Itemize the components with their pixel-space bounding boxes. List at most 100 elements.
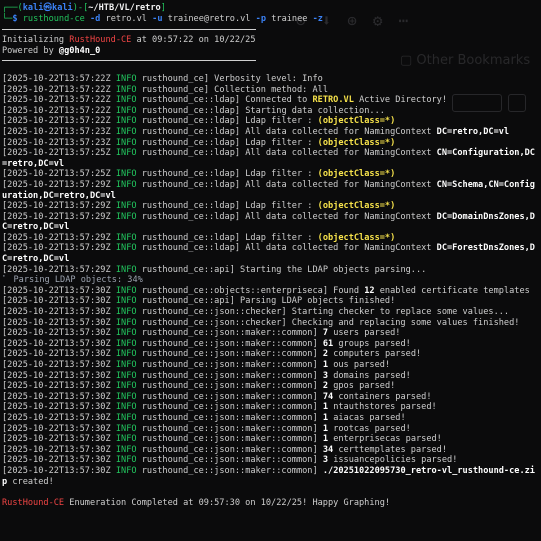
log-highlight: (objectClass=*) (317, 137, 396, 148)
log-message: certtemplates parsed! (333, 444, 448, 455)
log-level: INFO (115, 285, 137, 296)
log-level: INFO (115, 444, 137, 455)
log-highlight: 34 (322, 444, 334, 455)
prompt-path: ~/HTB/VL/retro (88, 3, 161, 13)
log-line: [2025-10-22T13:57:23Z INFO rusthound_ce:… (2, 138, 540, 149)
log-module: rusthound_ce::json::maker::common] (141, 360, 318, 370)
log-timestamp: [2025-10-22T13:57:30Z (2, 455, 111, 466)
log-timestamp: [2025-10-22T13:57:30Z (2, 391, 111, 402)
log-line: [2025-10-22T13:57:30Z INFO rusthound_ce:… (2, 445, 540, 456)
banner-divider-bottom (2, 60, 256, 62)
log-module: rusthound_ce::json::maker::common] (141, 434, 318, 445)
log-line: [2025-10-22T13:57:30Z INFO rusthound_ce:… (2, 455, 540, 466)
log-module: rusthound_ce::ldap] (141, 148, 241, 159)
log-module: rusthound_ce::json::maker::common] (141, 444, 318, 455)
log-timestamp: [2025-10-22T13:57:29Z (2, 264, 111, 275)
log-timestamp: [2025-10-22T13:57:29Z (2, 232, 111, 243)
log-level: INFO (115, 370, 137, 381)
log-level: INFO (115, 201, 137, 212)
log-message: Ldap filter : (240, 137, 318, 148)
log-module: rusthound_ce::json::maker::common] (141, 381, 318, 392)
log-timestamp: [2025-10-22T13:57:22Z (2, 95, 111, 106)
log-level: INFO (115, 137, 137, 148)
log-highlight: (objectClass=*) (317, 201, 396, 212)
log-timestamp: [2025-10-22T13:57:30Z (2, 465, 111, 476)
log-level: INFO (115, 391, 137, 402)
log-level: INFO (115, 455, 137, 466)
log-line: [2025-10-22T13:57:30Z INFO rusthound_ce:… (2, 466, 540, 487)
log-timestamp: [2025-10-22T13:57:29Z (2, 201, 111, 212)
log-level: INFO (115, 105, 137, 116)
log-highlight: (objectClass=*) (317, 116, 396, 127)
banner-init: Initializing RustHound-CE at 09:57:22 on… (2, 35, 256, 46)
log-line: [2025-10-22T13:57:29Z INFO rusthound_ce:… (2, 265, 540, 276)
progress-line: ⠁ Parsing LDAP objects: 34% (2, 275, 540, 286)
log-line: [2025-10-22T13:57:29Z INFO rusthound_ce:… (2, 212, 540, 233)
log-timestamp: [2025-10-22T13:57:22Z (2, 116, 111, 127)
log-message: Starting data collection... (240, 105, 385, 116)
log-message: Found (328, 285, 365, 296)
prompt-user: kali (22, 3, 44, 13)
log-timestamp: [2025-10-22T13:57:29Z (2, 211, 111, 222)
author: @g0h4n_0 (58, 45, 101, 56)
log-message: issuancepolicies parsed! (328, 455, 458, 466)
log-module: rusthound_ce::json::maker::common] (141, 423, 318, 434)
log-module: rusthound_ce::ldap] (141, 201, 241, 212)
completion-line: RustHound-CE Enumeration Completed at 09… (2, 497, 391, 508)
log-module: rusthound_ce::ldap] (141, 211, 241, 222)
log-timestamp: [2025-10-22T13:57:30Z (2, 370, 111, 381)
log-timestamp: [2025-10-22T13:57:29Z (2, 243, 111, 254)
log-line: [2025-10-22T13:57:29Z INFO rusthound_ce:… (2, 233, 540, 244)
log-message: computers parsed! (328, 349, 422, 360)
log-timestamp: [2025-10-22T13:57:22Z (2, 84, 111, 95)
log-line: [2025-10-22T13:57:30Z INFO rusthound_ce:… (2, 402, 540, 413)
log-module: rusthound_ce::json::maker::common] (141, 455, 318, 466)
log-message: All data collected for NamingContext (240, 243, 437, 254)
log-level: INFO (115, 84, 137, 95)
terminal-output[interactable]: ┌──(kali㉿kali)-[~/HTB/VL/retro] └─$ rust… (0, 0, 541, 508)
log-message: Ldap filter : (240, 201, 318, 212)
log-line: [2025-10-22T13:57:22Z INFO rusthound_ce]… (2, 85, 540, 96)
log-module: rusthound_ce::ldap] (141, 126, 241, 137)
log-line: [2025-10-22T13:57:30Z INFO rusthound_ce:… (2, 286, 540, 297)
log-message: users parsed! (328, 328, 401, 339)
log-message: Ldap filter : (240, 169, 318, 180)
log-timestamp: [2025-10-22T13:57:30Z (2, 444, 111, 455)
log-timestamp: [2025-10-22T13:57:30Z (2, 434, 111, 445)
log-level: INFO (115, 328, 137, 339)
log-message: gpos parsed! (328, 381, 396, 392)
log-message: All data collected for NamingContext (240, 126, 437, 137)
banner-divider-top (2, 29, 256, 31)
log-module: rusthound_ce::ldap] (141, 179, 241, 190)
log-line: [2025-10-22T13:57:30Z INFO rusthound_ce:… (2, 360, 540, 371)
log-message: containers parsed! (333, 391, 432, 402)
log-module: rusthound_ce::api] (141, 264, 235, 275)
log-module: rusthound_ce] (141, 84, 209, 95)
command-name: rusthound-ce (22, 13, 85, 24)
log-module: rusthound_ce::json::maker::common] (141, 412, 318, 423)
log-message: domains parsed! (328, 370, 411, 381)
log-message: Starting the LDAP objects parsing... (234, 264, 427, 275)
log-timestamp: [2025-10-22T13:57:30Z (2, 328, 111, 339)
log-timestamp: [2025-10-22T13:57:25Z (2, 148, 111, 159)
log-message: Ldap filter : (240, 232, 318, 243)
log-level: INFO (115, 412, 137, 423)
log-timestamp: [2025-10-22T13:57:29Z (2, 179, 111, 190)
log-module: rusthound_ce::ldap] (141, 105, 241, 116)
log-module: rusthound_ce::json::maker::common] (141, 391, 318, 402)
log-level: INFO (115, 296, 137, 307)
log-line: [2025-10-22T13:57:23Z INFO rusthound_ce:… (2, 127, 540, 138)
log-line: [2025-10-22T13:57:30Z INFO rusthound_ce:… (2, 371, 540, 382)
log-timestamp: [2025-10-22T13:57:30Z (2, 349, 111, 360)
log-module: rusthound_ce] (141, 73, 209, 84)
log-module: rusthound_ce::json::maker::common] (141, 402, 318, 413)
log-highlight: 74 (322, 391, 334, 402)
log-module: rusthound_ce::objects::enterpriseca] (141, 285, 328, 296)
log-module: rusthound_ce::ldap] (141, 116, 241, 127)
log-level: INFO (115, 465, 137, 476)
log-line: [2025-10-22T13:57:22Z INFO rusthound_ce:… (2, 106, 540, 117)
log-module: rusthound_ce::ldap] (141, 95, 241, 106)
log-level: INFO (115, 169, 137, 180)
log-module: rusthound_ce::json::maker::common] (141, 370, 318, 381)
log-module: rusthound_ce::ldap] (141, 232, 241, 243)
